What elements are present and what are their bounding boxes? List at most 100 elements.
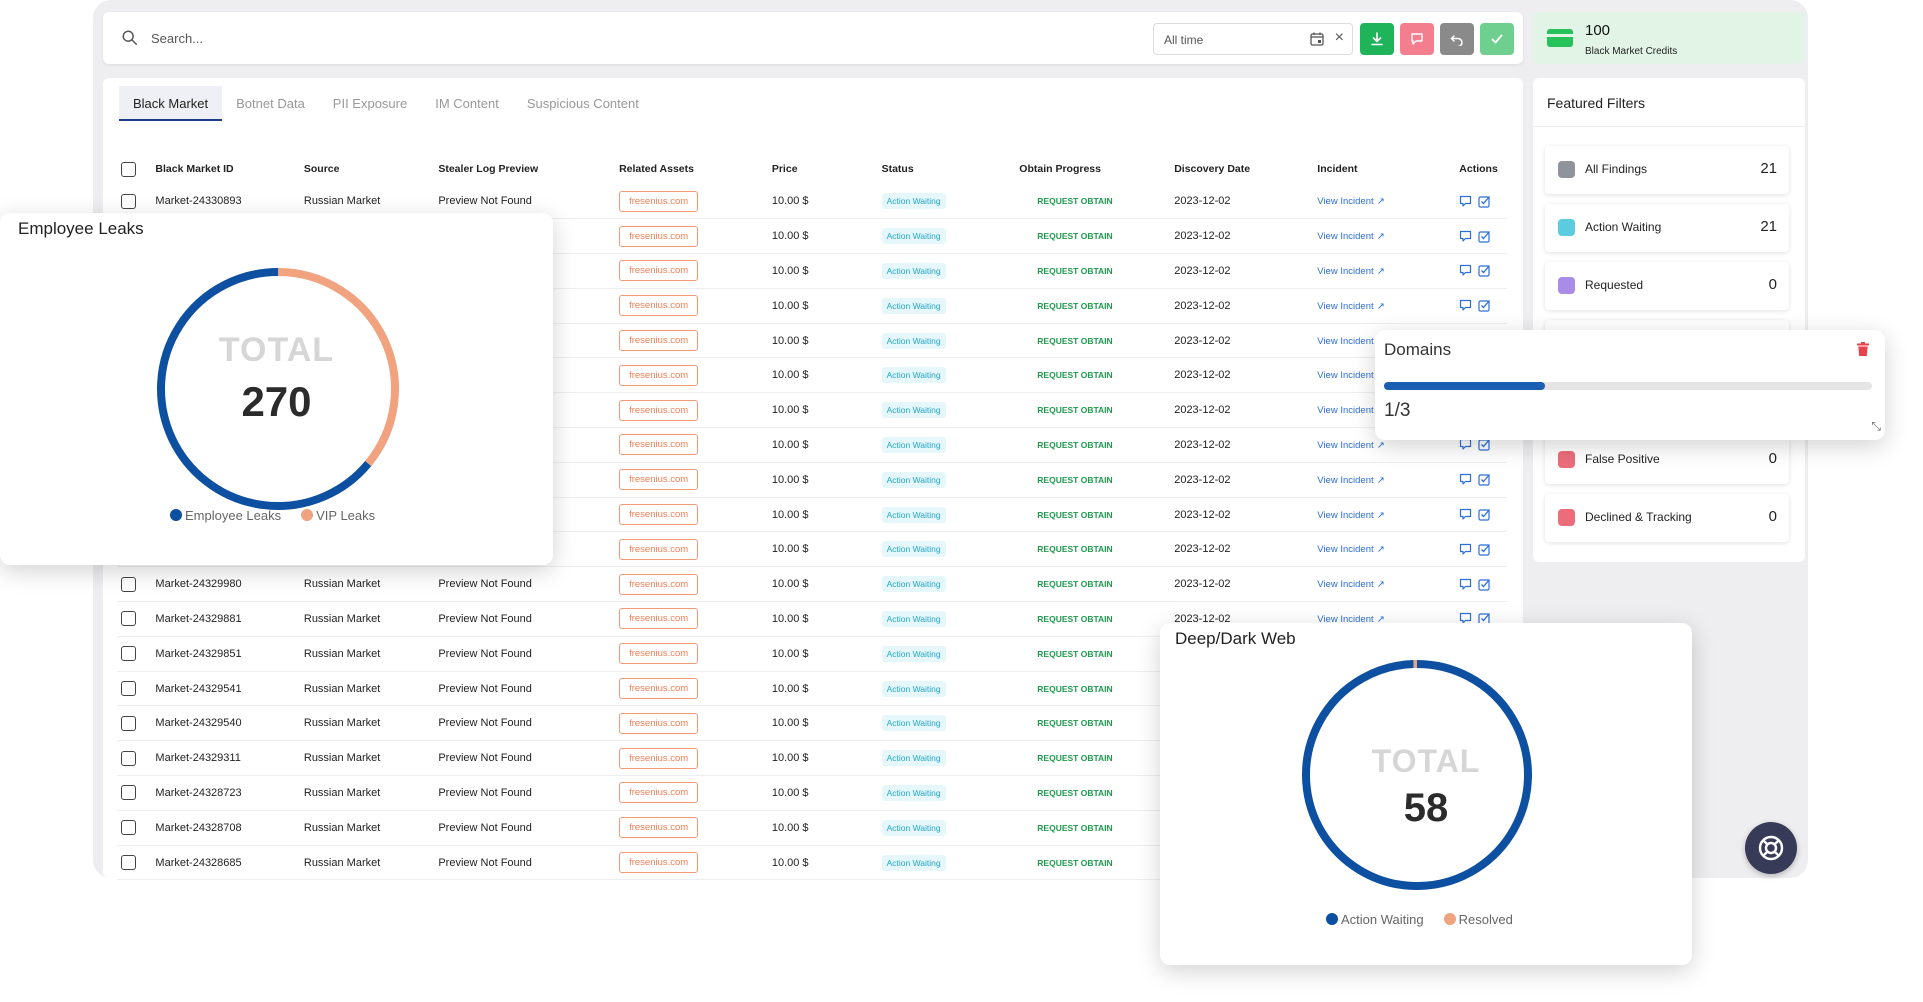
edit-check-icon[interactable] <box>1478 230 1491 243</box>
row-checkbox[interactable] <box>121 820 136 836</box>
related-asset-tag[interactable]: fresenius.com <box>619 434 699 456</box>
request-obtain-link[interactable]: REQUEST OBTAIN <box>1037 510 1112 520</box>
filter-false-positive[interactable]: False Positive 0 <box>1545 436 1789 484</box>
related-asset-tag[interactable]: fresenius.com <box>619 852 699 874</box>
view-incident-link[interactable]: View Incident <box>1317 231 1373 242</box>
header-price[interactable]: Price <box>768 154 878 184</box>
comment-icon[interactable] <box>1459 299 1472 312</box>
filter-requested[interactable]: Requested 0 <box>1545 262 1789 310</box>
row-checkbox[interactable] <box>121 576 136 592</box>
select-all-checkbox[interactable] <box>121 161 136 177</box>
header-preview[interactable]: Stealer Log Preview <box>434 154 615 184</box>
view-incident-link[interactable]: View Incident <box>1317 301 1373 312</box>
help-button[interactable] <box>1745 822 1797 874</box>
table-row[interactable]: Market-24329980 Russian Market Preview Not… <box>117 566 1507 603</box>
request-obtain-link[interactable]: REQUEST OBTAIN <box>1037 231 1112 241</box>
header-source[interactable]: Source <box>300 154 434 184</box>
filter-declined-tracking[interactable]: Declined & Tracking 0 <box>1545 494 1789 542</box>
related-asset-tag[interactable]: fresenius.com <box>619 295 699 317</box>
related-asset-tag[interactable]: fresenius.com <box>619 399 699 421</box>
view-incident-link[interactable]: View Incident <box>1317 579 1373 590</box>
related-asset-tag[interactable]: fresenius.com <box>619 747 699 769</box>
header-progress[interactable]: Obtain Progress <box>1015 154 1170 184</box>
related-asset-tag[interactable]: fresenius.com <box>619 678 699 700</box>
related-asset-tag[interactable]: fresenius.com <box>619 643 699 665</box>
request-obtain-link[interactable]: REQUEST OBTAIN <box>1037 196 1112 206</box>
related-asset-tag[interactable]: fresenius.com <box>619 504 699 526</box>
request-obtain-link[interactable]: REQUEST OBTAIN <box>1037 440 1112 450</box>
confirm-button[interactable] <box>1480 23 1514 55</box>
row-checkbox[interactable] <box>121 681 136 697</box>
view-incident-link[interactable]: View Incident <box>1317 440 1373 451</box>
request-obtain-link[interactable]: REQUEST OBTAIN <box>1037 301 1112 311</box>
legend-item-resolved[interactable]: Resolved <box>1443 912 1513 927</box>
view-incident-link[interactable]: View Incident <box>1317 405 1373 416</box>
request-obtain-link[interactable]: REQUEST OBTAIN <box>1037 266 1112 276</box>
related-asset-tag[interactable]: fresenius.com <box>619 817 699 839</box>
edit-check-icon[interactable] <box>1478 438 1491 452</box>
date-range-filter[interactable]: All time × <box>1153 23 1353 55</box>
resize-handle-icon[interactable]: ⤡ <box>1871 419 1881 434</box>
edit-check-icon[interactable] <box>1478 578 1491 591</box>
row-checkbox[interactable] <box>121 193 136 209</box>
request-obtain-link[interactable]: REQUEST OBTAIN <box>1037 858 1112 868</box>
tab-botnet-data[interactable]: Botnet Data <box>222 86 319 121</box>
request-obtain-link[interactable]: REQUEST OBTAIN <box>1037 544 1112 554</box>
tab-pii-exposure[interactable]: PII Exposure <box>319 86 421 121</box>
search-input[interactable] <box>149 26 849 50</box>
request-obtain-link[interactable]: REQUEST OBTAIN <box>1037 336 1112 346</box>
view-incident-link[interactable]: View Incident <box>1317 510 1373 521</box>
request-obtain-link[interactable]: REQUEST OBTAIN <box>1037 614 1112 624</box>
row-checkbox[interactable] <box>121 715 136 731</box>
related-asset-tag[interactable]: fresenius.com <box>619 190 699 212</box>
view-incident-link[interactable]: View Incident <box>1317 336 1373 347</box>
edit-check-icon[interactable] <box>1478 543 1491 556</box>
request-obtain-link[interactable]: REQUEST OBTAIN <box>1037 823 1112 833</box>
view-incident-link[interactable]: View Incident <box>1317 266 1373 277</box>
tab-black-market[interactable]: Black Market <box>119 86 223 121</box>
view-incident-link[interactable]: View Incident <box>1317 475 1373 486</box>
request-button[interactable] <box>1400 23 1434 55</box>
related-asset-tag[interactable]: fresenius.com <box>619 260 699 282</box>
calendar-icon[interactable] <box>1310 32 1324 46</box>
comment-icon[interactable] <box>1459 473 1472 486</box>
edit-check-icon[interactable] <box>1478 508 1491 521</box>
comment-icon[interactable] <box>1459 543 1472 556</box>
request-obtain-link[interactable]: REQUEST OBTAIN <box>1037 475 1112 485</box>
row-checkbox[interactable] <box>121 611 136 627</box>
tab-suspicious-content[interactable]: Suspicious Content <box>513 86 653 121</box>
edit-check-icon[interactable] <box>1478 299 1491 312</box>
edit-check-icon[interactable] <box>1478 473 1491 486</box>
legend-item-employee-leaks[interactable]: Employee Leaks <box>170 508 281 523</box>
legend-item-vip-leaks[interactable]: VIP Leaks <box>301 508 375 523</box>
request-obtain-link[interactable]: REQUEST OBTAIN <box>1037 405 1112 415</box>
request-obtain-link[interactable]: REQUEST OBTAIN <box>1037 718 1112 728</box>
comment-icon[interactable] <box>1459 264 1472 277</box>
related-asset-tag[interactable]: fresenius.com <box>619 573 699 595</box>
legend-item-action-waiting[interactable]: Action Waiting <box>1326 912 1424 927</box>
related-asset-tag[interactable]: fresenius.com <box>619 782 699 804</box>
header-status[interactable]: Status <box>878 154 1016 184</box>
row-checkbox[interactable] <box>121 785 136 801</box>
trash-icon[interactable] <box>1857 342 1869 356</box>
related-asset-tag[interactable]: fresenius.com <box>619 469 699 491</box>
row-checkbox[interactable] <box>121 750 136 766</box>
header-id[interactable]: Black Market ID <box>151 154 299 184</box>
header-incident[interactable]: Incident <box>1313 154 1455 184</box>
related-asset-tag[interactable]: fresenius.com <box>619 608 699 630</box>
comment-icon[interactable] <box>1459 230 1472 243</box>
request-obtain-link[interactable]: REQUEST OBTAIN <box>1037 579 1112 589</box>
filter-action-waiting[interactable]: Action Waiting 21 <box>1545 204 1789 252</box>
header-assets[interactable]: Related Assets <box>615 154 768 184</box>
edit-check-icon[interactable] <box>1478 264 1491 278</box>
request-obtain-link[interactable]: REQUEST OBTAIN <box>1037 649 1112 659</box>
related-asset-tag[interactable]: fresenius.com <box>619 225 699 247</box>
clear-date-icon[interactable]: × <box>1335 29 1344 47</box>
undo-button[interactable] <box>1440 23 1474 55</box>
related-asset-tag[interactable]: fresenius.com <box>619 364 699 386</box>
request-obtain-link[interactable]: REQUEST OBTAIN <box>1037 370 1112 380</box>
comment-icon[interactable] <box>1459 508 1472 521</box>
comment-icon[interactable] <box>1459 195 1472 208</box>
row-checkbox[interactable] <box>121 646 136 662</box>
comment-icon[interactable] <box>1459 438 1472 451</box>
